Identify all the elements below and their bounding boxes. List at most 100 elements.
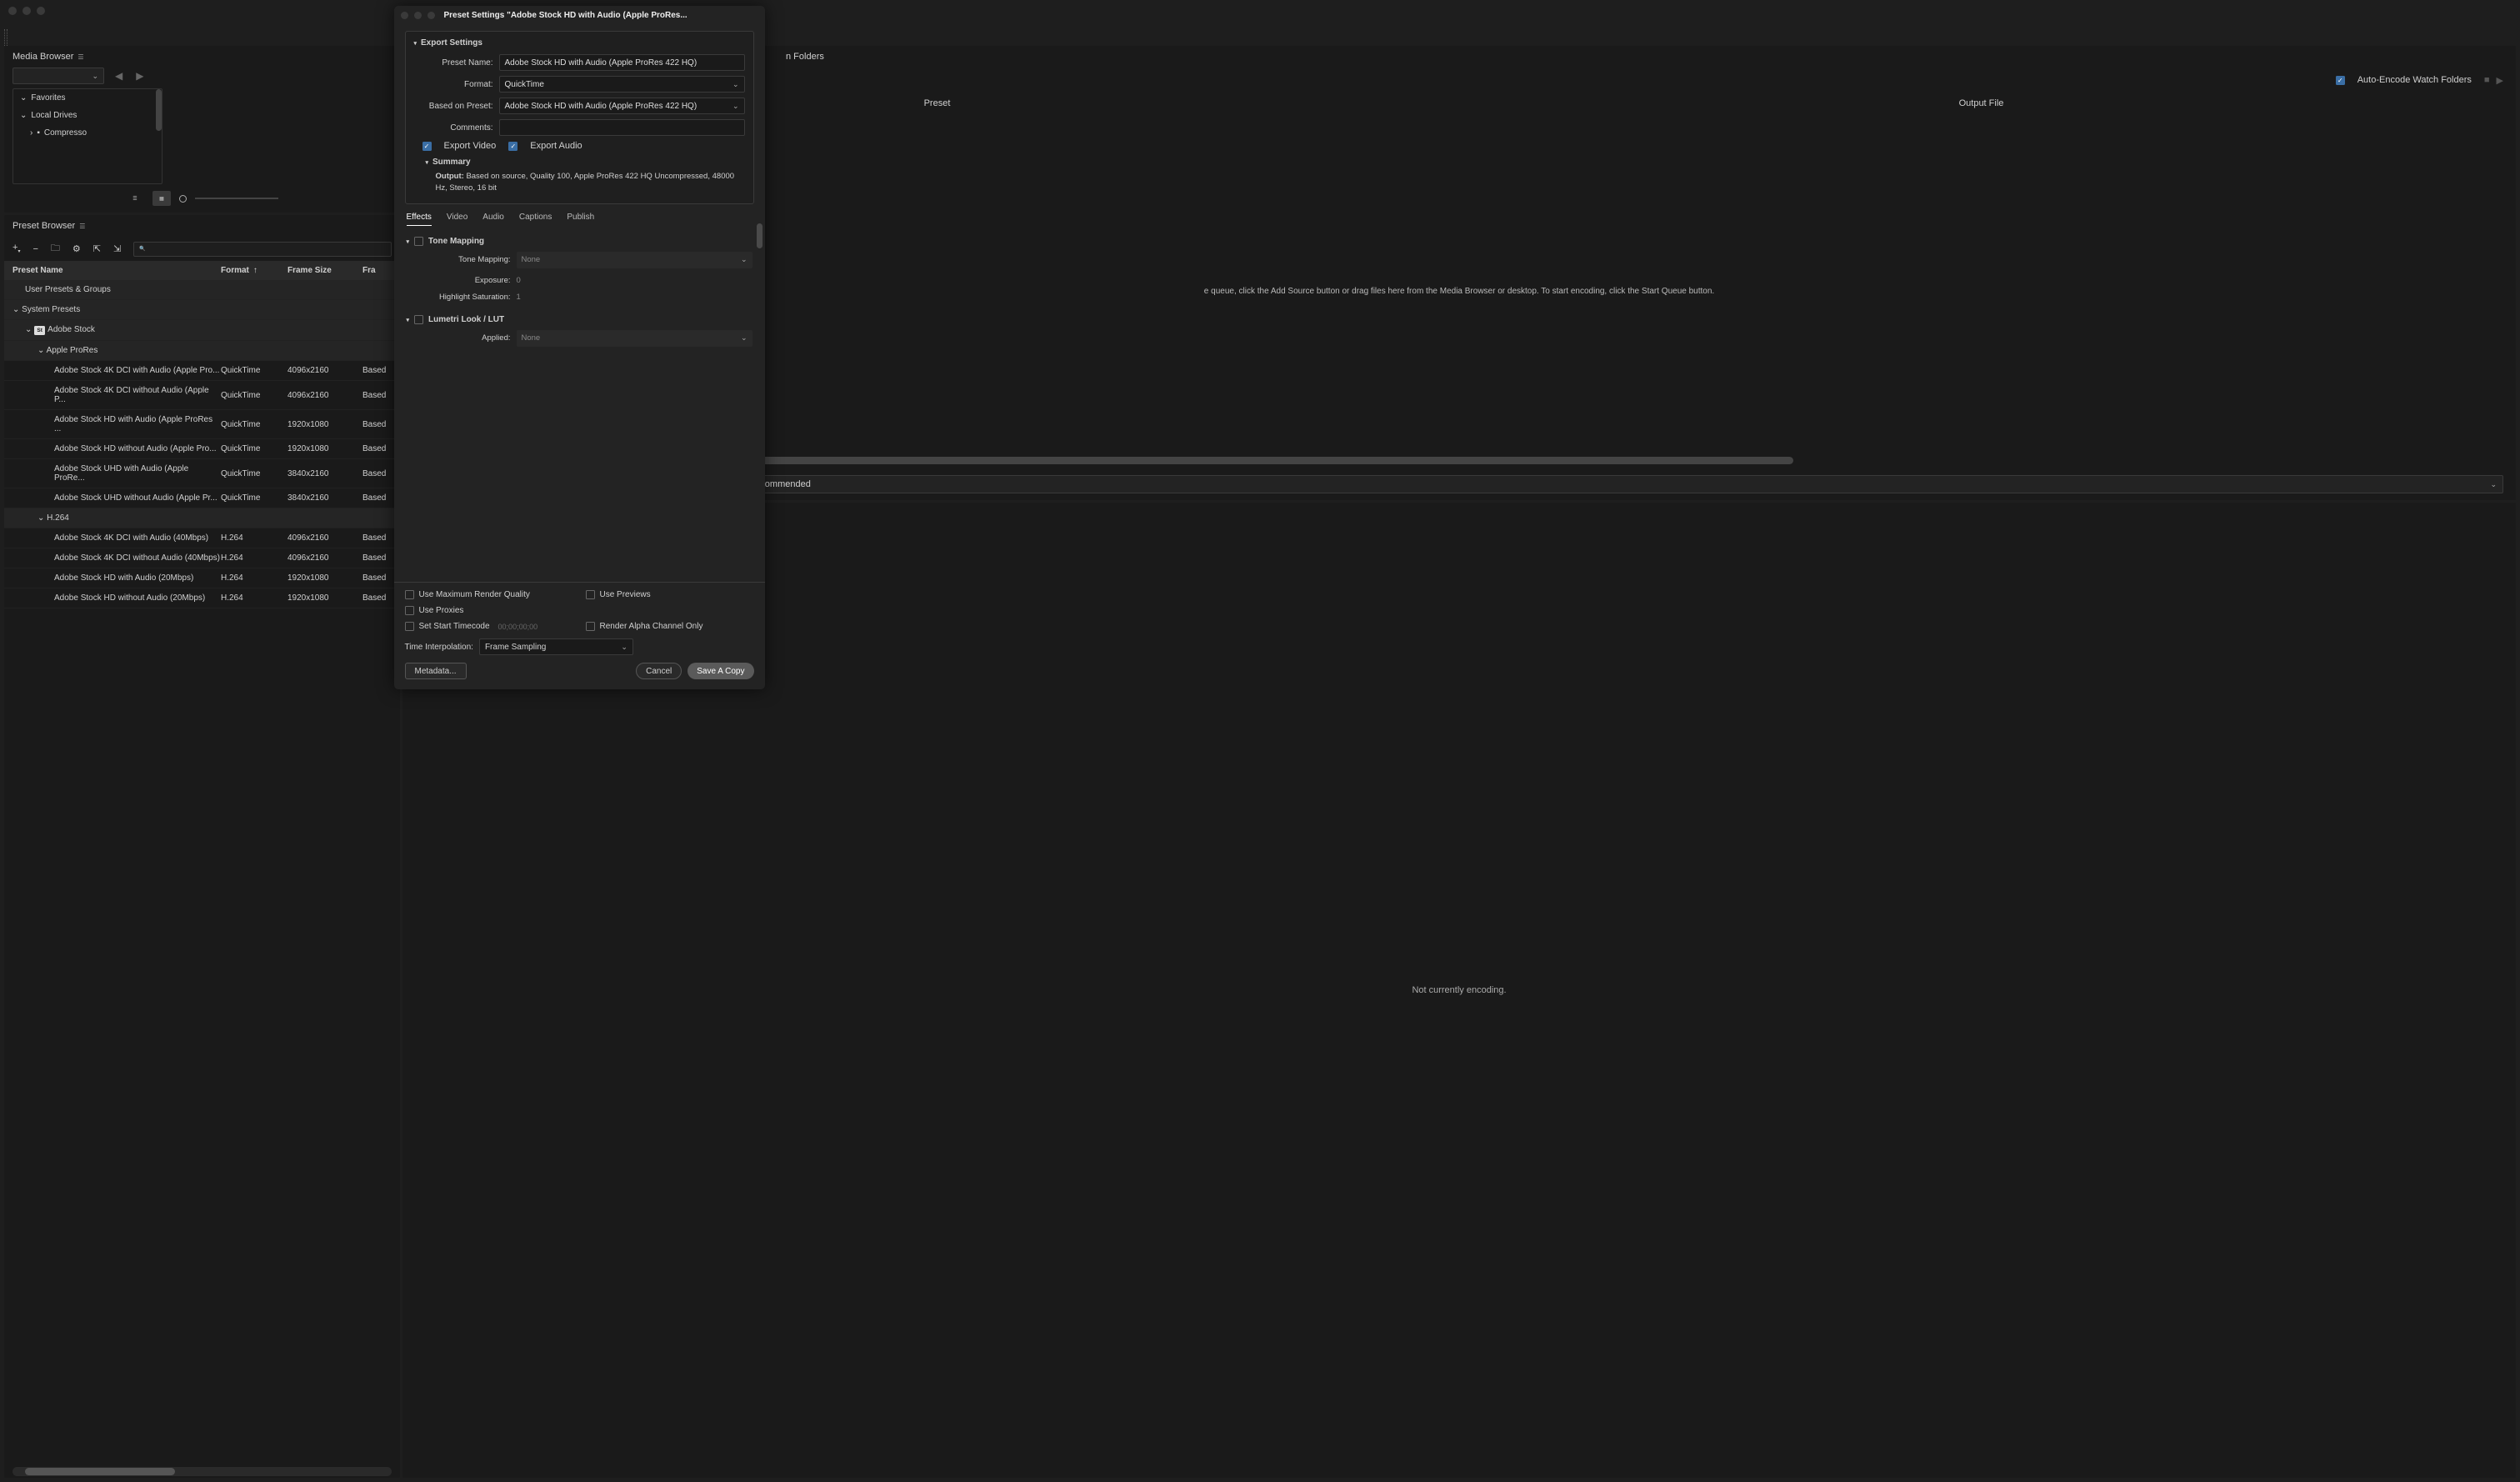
tab-publish[interactable]: Publish [567, 213, 594, 226]
chevron-down-icon[interactable] [414, 38, 418, 48]
use-previews-checkbox[interactable] [586, 590, 595, 599]
exposure-label: Exposure: [419, 276, 511, 285]
chevron-down-icon [741, 333, 748, 343]
max-quality-label: Use Maximum Render Quality [419, 590, 530, 599]
save-a-copy-button[interactable]: Save A Copy [688, 663, 753, 679]
preset-row[interactable]: Adobe Stock UHD without Audio (Apple Pr.… [4, 488, 400, 508]
thumbnail-view-button[interactable]: ▦ [152, 191, 171, 206]
preset-row[interactable]: Adobe Stock HD with Audio (20Mbps)H.2641… [4, 568, 400, 588]
adobe-stock-group[interactable]: Adobe Stock [48, 325, 95, 334]
nav-back-icon[interactable]: ◀ [112, 70, 125, 82]
preset-table-body[interactable]: User Presets & Groups ⌄ System Presets ⌄… [4, 280, 400, 1465]
export-settings-header: Export Settings [421, 38, 482, 48]
chevron-down-icon[interactable] [426, 158, 429, 167]
chevron-down-icon: ⌄ [20, 111, 27, 120]
based-on-label: Based on Preset: [414, 102, 493, 111]
summary-header: Summary [432, 158, 471, 167]
add-preset-button[interactable]: +▾ [12, 243, 20, 254]
list-view-button[interactable]: ☰ [126, 191, 144, 206]
render-alpha-checkbox[interactable] [586, 622, 595, 631]
start-queue-icon[interactable]: ▶ [2497, 75, 2503, 86]
media-browser-path-dropdown[interactable] [12, 68, 104, 84]
preset-table-header: Preset Name Format Frame Size Fra [4, 261, 400, 280]
tone-mapping-checkbox[interactable] [414, 237, 423, 246]
traffic-lights[interactable] [8, 7, 45, 15]
panel-menu-icon[interactable] [79, 221, 85, 231]
tab-watch-folders[interactable]: n Folders [786, 52, 824, 62]
chevron-down-icon[interactable] [407, 315, 410, 324]
horizontal-scrollbar[interactable] [12, 1467, 392, 1476]
use-proxies-label: Use Proxies [419, 606, 464, 615]
use-proxies-checkbox[interactable] [405, 606, 414, 615]
preset-row[interactable]: Adobe Stock HD without Audio (Apple Pro.… [4, 439, 400, 459]
start-timecode-label: Set Start Timecode [419, 622, 490, 631]
preset-row[interactable]: Adobe Stock HD without Audio (20Mbps)H.2… [4, 588, 400, 608]
stop-queue-icon[interactable]: ■ [2484, 75, 2490, 86]
lumetri-applied-dropdown[interactable]: None [517, 330, 752, 347]
lumetri-checkbox[interactable] [414, 315, 423, 324]
cancel-button[interactable]: Cancel [636, 663, 682, 679]
user-presets-group[interactable]: User Presets & Groups [12, 285, 221, 294]
exposure-value[interactable]: 0 [517, 276, 521, 285]
preset-name-label: Preset Name: [414, 58, 493, 68]
chevron-down-icon: ⌄ [12, 305, 19, 314]
max-quality-checkbox[interactable] [405, 590, 414, 599]
panel-menu-icon[interactable] [78, 52, 83, 62]
lumetri-header: Lumetri Look / LUT [428, 315, 504, 324]
preset-row[interactable]: Adobe Stock 4K DCI with Audio (40Mbps)H.… [4, 528, 400, 548]
highlight-saturation-value[interactable]: 1 [517, 293, 521, 302]
media-browser-header: Media Browser [4, 46, 400, 68]
media-tree[interactable]: ⌄Favorites ⌄Local Drives › ▪ Compresso [12, 88, 162, 184]
col-format[interactable]: Format [221, 266, 249, 275]
renderer-dropdown[interactable]: Mercury Playback Engine GPU Acceleration… [524, 475, 2503, 493]
dialog-traffic-lights[interactable] [401, 12, 435, 19]
tab-captions[interactable]: Captions [519, 213, 552, 226]
tab-effects[interactable]: Effects [407, 213, 432, 226]
tab-video[interactable]: Video [447, 213, 468, 226]
export-audio-checkbox[interactable] [508, 142, 518, 151]
adobe-stock-icon: St [34, 326, 45, 335]
nav-forward-icon[interactable]: ▶ [133, 70, 146, 82]
tone-mapping-dropdown[interactable]: None [517, 252, 752, 268]
tab-audio[interactable]: Audio [482, 213, 504, 226]
import-preset-icon[interactable]: ⇱ [93, 243, 101, 254]
tone-mapping-header: Tone Mapping [428, 237, 484, 246]
preset-row[interactable]: Adobe Stock 4K DCI with Audio (Apple Pro… [4, 361, 400, 381]
export-preset-icon[interactable]: ⇲ [113, 243, 121, 254]
preset-row[interactable]: Adobe Stock 4K DCI without Audio (40Mbps… [4, 548, 400, 568]
col-framesize[interactable]: Frame Size [288, 266, 362, 275]
apple-prores-group[interactable]: Apple ProRes [47, 346, 98, 355]
preset-row[interactable]: Adobe Stock 4K DCI without Audio (Apple … [4, 381, 400, 410]
timecode-placeholder[interactable]: 00;00;00;00 [498, 623, 538, 631]
panel-drag-handle[interactable] [4, 29, 8, 46]
based-on-dropdown[interactable]: Adobe Stock HD with Audio (Apple ProRes … [499, 98, 745, 114]
system-presets-group[interactable]: System Presets [22, 305, 80, 314]
time-interpolation-dropdown[interactable]: Frame Sampling [479, 638, 633, 655]
zoom-slider-knob[interactable] [179, 195, 187, 203]
dialog-title: Preset Settings "Adobe Stock HD with Aud… [444, 11, 688, 20]
scrollbar[interactable] [757, 223, 762, 248]
col-name[interactable]: Preset Name [12, 266, 221, 275]
remove-preset-button[interactable]: − [32, 244, 38, 254]
applied-label: Applied: [419, 333, 511, 343]
render-alpha-label: Render Alpha Channel Only [600, 622, 703, 631]
scrollbar[interactable] [156, 89, 162, 131]
chevron-down-icon[interactable] [407, 237, 410, 246]
new-group-icon[interactable]: 🗀 [51, 241, 60, 257]
preset-row[interactable]: Adobe Stock HD with Audio (Apple ProRes … [4, 410, 400, 439]
comments-input[interactable] [499, 119, 745, 136]
chevron-down-icon: ⌄ [38, 346, 44, 355]
preset-name-input[interactable]: Adobe Stock HD with Audio (Apple ProRes … [499, 54, 745, 71]
format-dropdown[interactable]: QuickTime [499, 76, 745, 93]
export-video-checkbox[interactable] [422, 142, 432, 151]
metadata-button[interactable]: Metadata... [405, 663, 467, 679]
auto-encode-checkbox[interactable] [2336, 76, 2345, 85]
h264-group[interactable]: H.264 [47, 513, 69, 523]
col-framerate[interactable]: Fra [362, 266, 388, 275]
zoom-slider-track[interactable] [195, 198, 278, 199]
preset-row[interactable]: Adobe Stock UHD with Audio (Apple ProRe.… [4, 459, 400, 488]
start-timecode-checkbox[interactable] [405, 622, 414, 631]
export-audio-label: Export Audio [530, 141, 582, 151]
preset-search-input[interactable]: 🔍 [133, 242, 392, 257]
preset-settings-icon[interactable]: ⚙ [72, 243, 81, 254]
